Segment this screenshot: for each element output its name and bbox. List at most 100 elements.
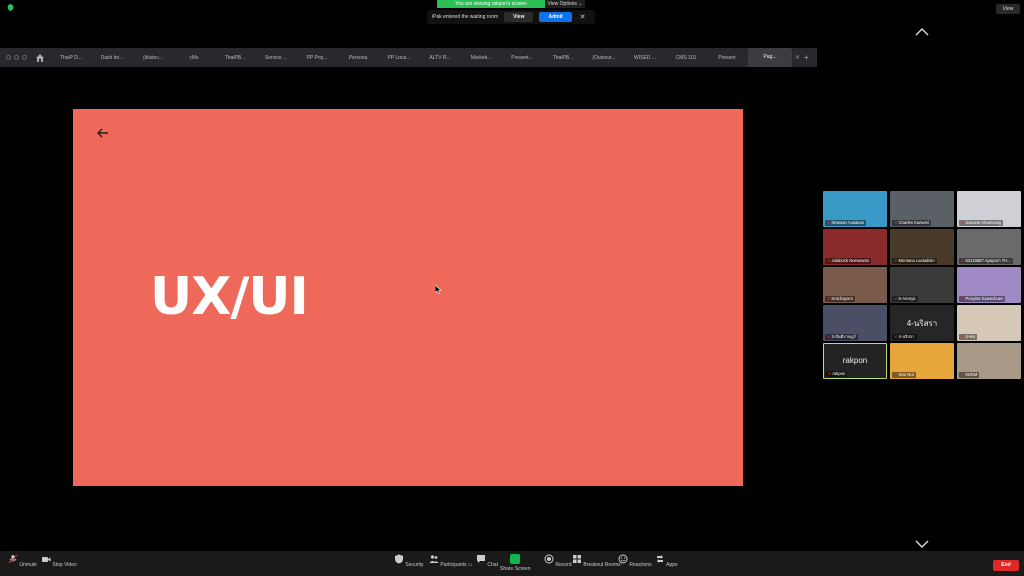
shield-icon[interactable] (7, 4, 14, 11)
participant-video-tile[interactable]: rakpon ✕rakpon (823, 343, 887, 379)
meeting-toolbar: Unmute Stop Video Security Participants … (0, 551, 1024, 576)
participant-name: Kotchaporn (831, 296, 853, 301)
security-button[interactable]: Security (394, 554, 423, 568)
participant-name: Noo Nut (898, 372, 914, 377)
chat-button[interactable]: Chat (476, 554, 498, 568)
smiley-icon (618, 554, 628, 564)
close-icon[interactable]: ✕ (580, 13, 586, 21)
participant-video-tile[interactable]: ✕Noo Nut (890, 343, 954, 379)
browser-tab[interactable]: cMs (174, 55, 214, 61)
browser-tab[interactable]: ThaiP D... (51, 55, 91, 61)
participant-video-tile[interactable]: ✕Julabock Noesuwan (823, 229, 887, 265)
waiting-room-notification: iPak entered the waiting room View Admit… (427, 10, 595, 24)
browser-tab[interactable]: Present... (502, 55, 542, 61)
close-tab-icon[interactable]: ✕ (795, 54, 800, 61)
record-icon (544, 554, 554, 564)
muted-mic-icon: ✕ (961, 372, 965, 377)
view-button[interactable]: View (996, 4, 1020, 14)
end-meeting-button[interactable]: End (993, 560, 1019, 571)
participant-name: rakpon (832, 371, 846, 376)
participant-name-label: ✕Montana Lasladisin (892, 258, 937, 264)
participant-video-tile[interactable]: ✕Punyisa Kaewchuen (957, 267, 1021, 303)
share-screen-button[interactable]: Share Screen (500, 554, 531, 572)
window-controls (6, 55, 27, 60)
muted-mic-icon: ✕ (894, 258, 898, 263)
browser-tab[interactable]: Persona (338, 55, 378, 61)
admit-button[interactable]: Admit (539, 12, 572, 22)
participant-video-tile[interactable]: ✕Danarai Khamsang (957, 191, 1021, 227)
browser-tab[interactable]: WISED ... (625, 55, 665, 61)
muted-mic-icon: ✕ (961, 258, 965, 263)
participant-video-tile[interactable]: ✕Montana Lasladisin (890, 229, 954, 265)
record-button[interactable]: Record (544, 554, 572, 568)
muted-mic-icon: ✕ (827, 296, 831, 301)
chevron-up-icon[interactable] (915, 28, 929, 36)
browser-tab[interactable]: CMS 101 (666, 55, 706, 61)
browser-tab[interactable]: Marketi... (461, 55, 501, 61)
participant-name-label: ✕Kotchaporn (825, 296, 855, 302)
browser-tab[interactable]: (blistec... (133, 55, 173, 61)
participant-name: 63119687 Apaporn TH... (965, 258, 1011, 263)
home-icon[interactable] (35, 53, 45, 63)
muted-mic-icon: ✕ (827, 258, 831, 263)
waiting-room-message: iPak entered the waiting room (432, 14, 499, 20)
participant-video-tile[interactable]: ✕6-Areeya (890, 267, 954, 303)
waiting-view-button[interactable]: View (504, 12, 534, 22)
muted-mic-icon: ✕ (827, 334, 831, 339)
new-tab-icon[interactable]: + (804, 53, 809, 62)
participant-video-tile[interactable]: ✕4-ชช (957, 305, 1021, 341)
browser-tab[interactable]: ALTV R... (420, 55, 460, 61)
participants-icon (429, 555, 439, 563)
video-camera-icon (42, 557, 51, 562)
participant-name-label: ✕Charles Kaewsri (892, 220, 932, 226)
participant-video-tile[interactable]: 4-นริสรา ✕4-นริสรา (890, 305, 954, 341)
participant-name: Montana Lasladisin (898, 258, 935, 263)
participant-name-label: ✕63119687 Apaporn TH... (959, 258, 1013, 264)
participant-name: 6-Areeya (898, 296, 916, 301)
participant-video-tile[interactable]: ✕Kotchaporn (823, 267, 887, 303)
browser-tab[interactable]: Dash bo... (92, 55, 132, 61)
browser-tab[interactable]: ThaiPB... (543, 55, 583, 61)
stop-video-button[interactable]: Stop Video (41, 554, 77, 568)
presentation-slide: UX/UI (73, 109, 743, 486)
browser-tab[interactable]: Pag... (748, 48, 792, 67)
grid-icon (573, 555, 581, 563)
share-screen-icon (510, 554, 521, 564)
participant-name-label: ✕rakpon (826, 371, 848, 377)
chat-icon (477, 555, 485, 563)
participant-video-tile[interactable]: ✕Charles Kaewsri (890, 191, 954, 227)
browser-tab[interactable]: PP Proj... (297, 55, 337, 61)
unmute-button[interactable]: Unmute (8, 554, 37, 568)
participant-video-tile[interactable]: ✕3-สันติราษฎร์ (823, 305, 887, 341)
participants-button[interactable]: Participants 21 (429, 554, 472, 568)
muted-mic-icon: ✕ (828, 371, 832, 376)
participant-name-label: ✕6-Areeya (892, 296, 918, 302)
browser-tab[interactable]: (Outsour... (584, 55, 624, 61)
participant-name: 4-ชช (965, 334, 975, 339)
breakout-rooms-button[interactable]: Breakout Rooms (572, 554, 621, 568)
view-options-button[interactable]: View Options ⌄ (545, 0, 585, 8)
browser-tab-bar: ThaiP D... Dash bo... (blistec... cMs ThaiPB… (0, 48, 817, 67)
browser-tab[interactable]: Present (707, 55, 747, 61)
muted-mic-icon: ✕ (894, 372, 898, 377)
viewing-banner: You are viewing rakpon's screen (437, 0, 545, 8)
apps-button[interactable]: Apps (655, 554, 678, 568)
muted-mic-icon: ✕ (894, 334, 898, 339)
participant-video-tile[interactable]: ✕63119687 Apaporn TH... (957, 229, 1021, 265)
apps-icon (657, 555, 663, 563)
participant-name-label: ✕Punyisa Kaewchuen (959, 296, 1006, 302)
muted-mic-icon: ✕ (894, 296, 898, 301)
chevron-down-icon[interactable] (915, 540, 929, 548)
reactions-button[interactable]: Reactions (618, 554, 652, 568)
participant-video-tile[interactable]: ✕Nirawan Ausakan (823, 191, 887, 227)
muted-mic-icon: ✕ (961, 220, 965, 225)
participant-name: Julabock Noesuwan (831, 258, 869, 263)
browser-tab[interactable]: PP Loca... (379, 55, 419, 61)
mouse-cursor-icon (435, 285, 442, 294)
participant-name-label: ✕3-สันติราษฎร์ (825, 334, 858, 340)
browser-tab[interactable]: Service ... (256, 55, 296, 61)
browser-tab[interactable]: ThaiPB... (215, 55, 255, 61)
back-arrow-icon[interactable] (96, 126, 110, 140)
participant-video-tile[interactable]: ✕KEEM (957, 343, 1021, 379)
participant-name: Nirawan Ausakan (831, 220, 865, 225)
